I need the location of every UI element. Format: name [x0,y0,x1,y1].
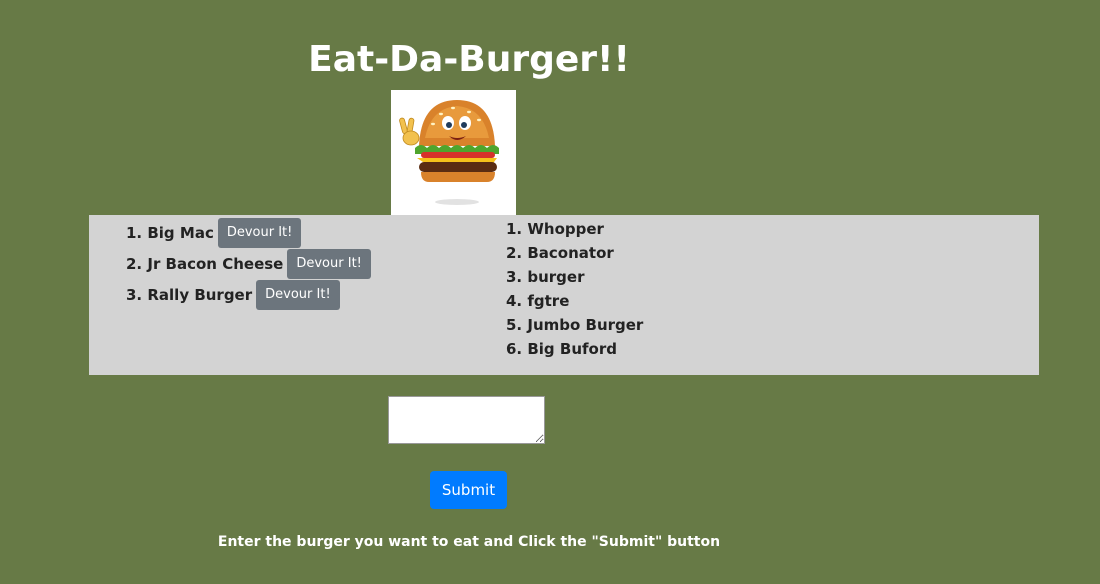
list-item: 1. Big Mac Devour It! [126,217,371,248]
list-item: 5. Jumbo Burger [506,316,644,334]
page: Eat-Da-Burger!! 1. Big Mac Devour It! 2.… [0,0,1100,584]
devour-button[interactable]: Devour It! [256,279,340,310]
instructions-text: Enter the burger you want to eat and Cli… [217,534,721,550]
list-item: 3. burger [506,268,585,286]
uneaten-burger-list: 1. Big Mac Devour It! 2. Jr Bacon Cheese… [126,217,371,310]
list-item: 2. Baconator [506,244,614,262]
devour-button[interactable]: Devour It! [217,217,302,248]
list-item: 1. Whopper [506,220,604,238]
devour-button[interactable]: Devour It! [287,248,371,279]
submit-button[interactable]: Submit [430,471,507,509]
burger-name-input[interactable] [388,396,545,444]
burger-name: 2. Jr Bacon Cheese [126,254,284,273]
list-item: 6. Big Buford [506,340,617,358]
list-item: 2. Jr Bacon Cheese Devour It! [126,248,371,279]
devoured-burger-list: 1. Whopper 2. Baconator 3. burger 4. fgt… [506,217,643,361]
burger-logo-image [391,90,516,215]
burger-name: 3. Rally Burger [126,285,253,304]
list-item: 4. fgtre [506,292,570,310]
page-title: Eat-Da-Burger!! [308,39,630,80]
list-item: 3. Rally Burger Devour It! [126,279,371,310]
cartoon-burger-icon [399,100,499,205]
burger-lists-panel: 1. Big Mac Devour It! 2. Jr Bacon Cheese… [89,215,1039,375]
burger-name: 1. Big Mac [126,223,214,242]
